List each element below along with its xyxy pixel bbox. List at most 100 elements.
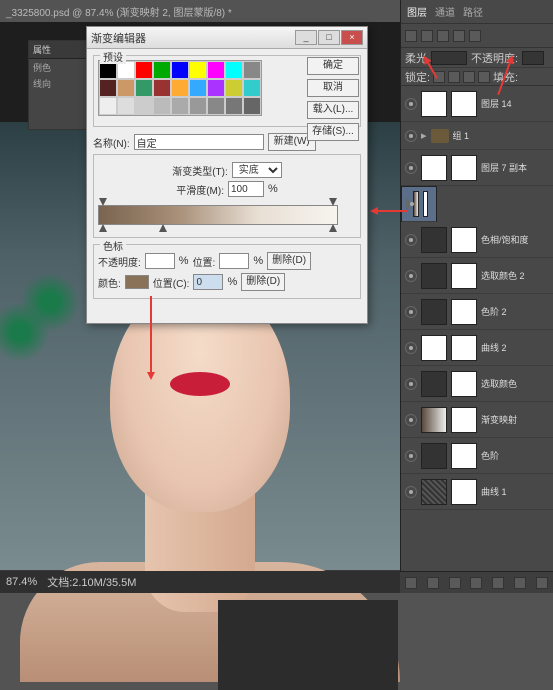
preset-swatch[interactable] bbox=[243, 79, 261, 97]
layer-row[interactable]: 曲线 2 bbox=[401, 330, 553, 366]
zoom-value[interactable]: 87.4% bbox=[6, 576, 37, 588]
layer-row[interactable]: 渐变映射 bbox=[401, 402, 553, 438]
load-button[interactable]: 载入(L)... bbox=[307, 101, 359, 119]
link-icon[interactable] bbox=[405, 577, 417, 589]
fx-icon[interactable] bbox=[427, 577, 439, 589]
visibility-icon[interactable] bbox=[405, 342, 417, 354]
preset-swatches[interactable] bbox=[98, 60, 262, 116]
mask-thumb[interactable] bbox=[451, 263, 477, 289]
color-stop[interactable] bbox=[329, 224, 337, 232]
layer-row[interactable]: 图层 14 bbox=[401, 86, 553, 122]
tab-channels[interactable]: 通道 bbox=[435, 4, 455, 19]
preset-swatch[interactable] bbox=[225, 61, 243, 79]
trash-icon[interactable] bbox=[536, 577, 548, 589]
preset-swatch[interactable] bbox=[225, 79, 243, 97]
preset-swatch[interactable] bbox=[171, 97, 189, 115]
color-stop[interactable] bbox=[159, 224, 167, 232]
layer-list[interactable]: 图层 14▸组 1图层 7 副本渐变映射 2色相/饱和度选取颜色 2色阶 2曲线… bbox=[401, 86, 553, 546]
prop-row[interactable]: 线向 bbox=[29, 75, 87, 91]
filter-icon[interactable] bbox=[437, 30, 449, 42]
ok-button[interactable]: 确定 bbox=[307, 57, 359, 75]
preset-swatch[interactable] bbox=[99, 97, 117, 115]
layer-row[interactable]: 图层 7 副本 bbox=[401, 150, 553, 186]
adjust-icon[interactable] bbox=[470, 577, 482, 589]
layer-thumb[interactable] bbox=[421, 155, 447, 181]
visibility-icon[interactable] bbox=[405, 306, 417, 318]
lock-all-icon[interactable] bbox=[478, 71, 490, 83]
layer-row[interactable]: 选取颜色 bbox=[401, 366, 553, 402]
preset-swatch[interactable] bbox=[243, 97, 261, 115]
lock-move-icon[interactable] bbox=[463, 71, 475, 83]
lock-paint-icon[interactable] bbox=[448, 71, 460, 83]
opacity-stop[interactable] bbox=[99, 198, 107, 206]
gradtype-select[interactable]: 实底 bbox=[232, 162, 282, 178]
visibility-icon[interactable] bbox=[405, 234, 417, 246]
visibility-icon[interactable] bbox=[405, 450, 417, 462]
preset-swatch[interactable] bbox=[99, 79, 117, 97]
preset-swatch[interactable] bbox=[171, 79, 189, 97]
close-button[interactable]: × bbox=[341, 30, 363, 45]
preset-swatch[interactable] bbox=[189, 97, 207, 115]
visibility-icon[interactable] bbox=[405, 270, 417, 282]
preset-swatch[interactable] bbox=[207, 97, 225, 115]
mask-thumb[interactable] bbox=[423, 191, 428, 217]
filter-icon[interactable] bbox=[421, 30, 433, 42]
layer-thumb[interactable] bbox=[413, 191, 418, 217]
preset-swatch[interactable] bbox=[189, 61, 207, 79]
visibility-icon[interactable] bbox=[405, 130, 417, 142]
preset-swatch[interactable] bbox=[153, 79, 171, 97]
layer-row[interactable]: 选取颜色 2 bbox=[401, 258, 553, 294]
layer-thumb[interactable] bbox=[421, 227, 447, 253]
preset-swatch[interactable] bbox=[135, 79, 153, 97]
visibility-icon[interactable] bbox=[405, 162, 417, 174]
dialog-header[interactable]: 渐变编辑器 _ □ × bbox=[87, 27, 367, 49]
layer-thumb[interactable] bbox=[421, 263, 447, 289]
mask-thumb[interactable] bbox=[451, 155, 477, 181]
layer-thumb[interactable] bbox=[421, 407, 447, 433]
save-button[interactable]: 存储(S)... bbox=[307, 123, 359, 141]
layer-row[interactable]: 色阶 bbox=[401, 438, 553, 474]
delete-stop-button[interactable]: 删除(D) bbox=[241, 273, 285, 291]
mask-icon[interactable] bbox=[449, 577, 461, 589]
mask-thumb[interactable] bbox=[451, 299, 477, 325]
layer-row[interactable]: 曲线 1 bbox=[401, 474, 553, 510]
group-icon[interactable] bbox=[492, 577, 504, 589]
preset-swatch[interactable] bbox=[117, 97, 135, 115]
minimize-button[interactable]: _ bbox=[295, 30, 317, 45]
preset-swatch[interactable] bbox=[117, 79, 135, 97]
visibility-icon[interactable] bbox=[406, 198, 409, 210]
layer-row[interactable]: 色阶 2 bbox=[401, 294, 553, 330]
layer-thumb[interactable] bbox=[421, 335, 447, 361]
preset-swatch[interactable] bbox=[171, 61, 189, 79]
mask-thumb[interactable] bbox=[451, 443, 477, 469]
visibility-icon[interactable] bbox=[405, 98, 417, 110]
mask-thumb[interactable] bbox=[451, 371, 477, 397]
new-layer-icon[interactable] bbox=[514, 577, 526, 589]
delete-stop-button[interactable]: 删除(D) bbox=[267, 252, 311, 270]
prop-row[interactable]: 例色 bbox=[29, 59, 87, 75]
preset-swatch[interactable] bbox=[243, 61, 261, 79]
layer-row[interactable]: 色相/饱和度 bbox=[401, 222, 553, 258]
preset-swatch[interactable] bbox=[135, 97, 153, 115]
preset-swatch[interactable] bbox=[153, 97, 171, 115]
visibility-icon[interactable] bbox=[405, 414, 417, 426]
filter-icon[interactable] bbox=[453, 30, 465, 42]
visibility-icon[interactable] bbox=[405, 378, 417, 390]
preset-swatch[interactable] bbox=[153, 61, 171, 79]
smooth-input[interactable] bbox=[228, 181, 264, 197]
preset-swatch[interactable] bbox=[225, 97, 243, 115]
cancel-button[interactable]: 取消 bbox=[307, 79, 359, 97]
color-stop[interactable] bbox=[99, 224, 107, 232]
opacity-value[interactable] bbox=[522, 51, 544, 65]
mask-thumb[interactable] bbox=[451, 407, 477, 433]
blend-dropdown[interactable] bbox=[431, 51, 467, 65]
preset-swatch[interactable] bbox=[207, 79, 225, 97]
gradient-bar[interactable] bbox=[98, 205, 338, 225]
mask-thumb[interactable] bbox=[451, 479, 477, 505]
layer-group[interactable]: ▸组 1 bbox=[401, 122, 553, 150]
filter-icon[interactable] bbox=[405, 30, 417, 42]
stop-loc2-input[interactable] bbox=[193, 274, 223, 290]
mask-thumb[interactable] bbox=[451, 227, 477, 253]
opacity-stop[interactable] bbox=[329, 198, 337, 206]
layer-thumb[interactable] bbox=[421, 299, 447, 325]
